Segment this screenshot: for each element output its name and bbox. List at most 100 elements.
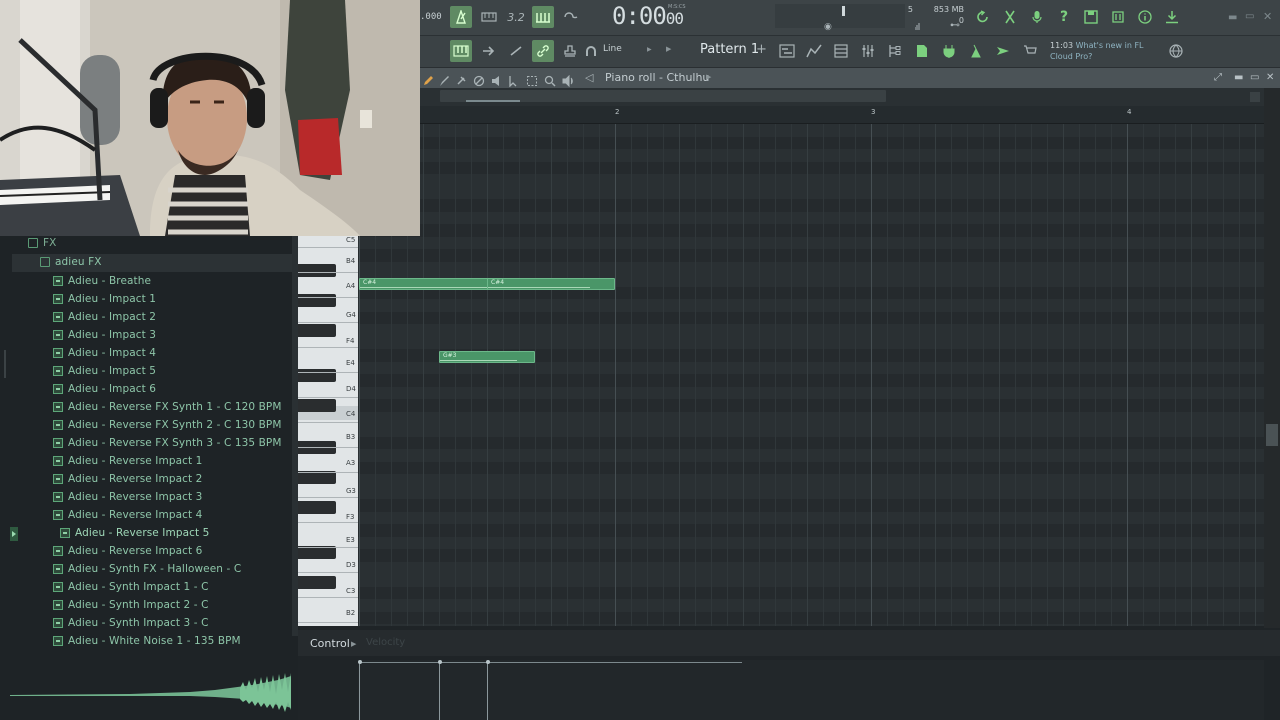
- velocity-stem[interactable]: [359, 662, 360, 720]
- channel-rack-icon[interactable]: [830, 40, 852, 62]
- minimize-main-icon[interactable]: ▬: [1228, 12, 1237, 23]
- horizontal-scroll-thumb[interactable]: [466, 100, 520, 102]
- main-volume-slider[interactable]: [842, 6, 845, 16]
- add-pattern-icon[interactable]: +: [756, 42, 767, 57]
- grid-line: [439, 124, 440, 626]
- maximize-main-icon[interactable]: ▭: [1245, 11, 1254, 22]
- news-ticker[interactable]: 11:03 What's new in FL Cloud Pro?: [1050, 40, 1160, 62]
- pattern-selector[interactable]: Pattern 1: [700, 42, 759, 57]
- pitch-knob-icon[interactable]: ◉: [824, 22, 832, 32]
- microphone-icon[interactable]: [1026, 6, 1048, 28]
- grid-line: [679, 124, 680, 626]
- grid-row: [358, 461, 1264, 474]
- close-icon[interactable]: ✕: [1266, 72, 1274, 83]
- browser-file-item[interactable]: Adieu - Impact 2: [53, 308, 345, 326]
- browser-file-item[interactable]: Adieu - White Noise 1 - 135 BPM: [53, 632, 345, 650]
- grid-line: [1127, 124, 1128, 626]
- control-arrow-icon[interactable]: ▶: [351, 640, 356, 648]
- minimize-icon[interactable]: ▬: [1234, 72, 1243, 83]
- browser-file-item[interactable]: Adieu - Reverse Impact 2: [53, 470, 345, 488]
- loop-record-icon[interactable]: [560, 6, 582, 28]
- close-main-icon[interactable]: ✕: [1263, 10, 1272, 23]
- zoom-handle[interactable]: [1250, 92, 1260, 102]
- browser-file-item[interactable]: Adieu - Breathe: [53, 272, 345, 290]
- browser-file-item[interactable]: Adieu - Impact 1: [53, 290, 345, 308]
- note[interactable]: G#3: [439, 351, 535, 363]
- preview-play-icon[interactable]: [10, 527, 18, 541]
- cut-icon[interactable]: [999, 6, 1021, 28]
- browser-file-item[interactable]: Adieu - Reverse FX Synth 2 - C 130 BPM: [53, 416, 345, 434]
- touch-controller-icon[interactable]: [965, 40, 987, 62]
- browser-file-item[interactable]: Adieu - Impact 5: [53, 362, 345, 380]
- browser-file-item[interactable]: Adieu - Impact 4: [53, 344, 345, 362]
- velocity-handle[interactable]: [437, 660, 442, 664]
- browser-file-item[interactable]: Adieu - Reverse Impact 5: [60, 524, 352, 542]
- undo-icon[interactable]: [972, 6, 994, 28]
- browser-file-item[interactable]: Adieu - Reverse FX Synth 3 - C 135 BPM: [53, 434, 345, 452]
- browser-file-item[interactable]: Adieu - Impact 3: [53, 326, 345, 344]
- maximize-icon[interactable]: ▭: [1250, 72, 1259, 83]
- vertical-scroll-track[interactable]: [1264, 88, 1280, 628]
- note[interactable]: C#4: [487, 278, 615, 290]
- vertical-scroll-thumb[interactable]: [1266, 424, 1278, 446]
- velocity-stem[interactable]: [487, 662, 488, 720]
- pattern-prev-icon[interactable]: ▶: [666, 45, 671, 53]
- typing-keyboard-icon[interactable]: [450, 40, 472, 62]
- slide-icon[interactable]: [505, 40, 527, 62]
- countdown-icon[interactable]: 3.2: [505, 6, 527, 28]
- metronome-icon[interactable]: [450, 6, 472, 28]
- note-grid[interactable]: C#4 G#3 C#4: [358, 124, 1264, 626]
- mixer-icon[interactable]: [857, 40, 879, 62]
- wait-for-input-icon[interactable]: [478, 6, 500, 28]
- grid-line: [1175, 124, 1176, 626]
- step-edit-icon[interactable]: [532, 6, 554, 28]
- detach-icon[interactable]: ⤢: [1214, 72, 1222, 83]
- browser-tree-icon[interactable]: [884, 40, 906, 62]
- piano-roll-menu-icon[interactable]: ◁: [585, 71, 593, 84]
- grid-row: [358, 324, 1264, 337]
- link-icon[interactable]: [532, 40, 554, 62]
- browser-file-item[interactable]: Adieu - Synth Impact 3 - C: [53, 614, 345, 632]
- browser-file-item[interactable]: Adieu - Reverse Impact 3: [53, 488, 345, 506]
- browser-folder[interactable]: adieu FX: [40, 253, 332, 271]
- browser-file-label: Adieu - Reverse Impact 6: [68, 545, 203, 557]
- browser-file-item[interactable]: Adieu - Reverse Impact 1: [53, 452, 345, 470]
- velocity-stem[interactable]: [439, 662, 440, 720]
- info-icon[interactable]: [1134, 6, 1156, 28]
- grid-line: [583, 124, 584, 626]
- browser-folder-root[interactable]: FX: [28, 234, 320, 252]
- piano-roll-icon[interactable]: [803, 40, 825, 62]
- render-icon[interactable]: [1107, 6, 1129, 28]
- help-icon[interactable]: ?: [1053, 6, 1075, 28]
- audio-file-icon: [60, 528, 70, 538]
- velocity-handle[interactable]: [485, 660, 490, 664]
- browser-file-item[interactable]: Adieu - Synth Impact 1 - C: [53, 578, 345, 596]
- stamp-icon[interactable]: [559, 40, 581, 62]
- save-icon[interactable]: [1080, 6, 1102, 28]
- browser-file-item[interactable]: Adieu - Synth Impact 2 - C: [53, 596, 345, 614]
- browser-file-item[interactable]: Adieu - Impact 6: [53, 380, 345, 398]
- velocity-handle[interactable]: [357, 660, 362, 664]
- browser-file-item[interactable]: Adieu - Reverse Impact 4: [53, 506, 345, 524]
- magnet-icon[interactable]: [584, 42, 598, 60]
- tempo-display[interactable]: .000: [420, 12, 442, 22]
- browser-file-item[interactable]: Adieu - Reverse Impact 6: [53, 542, 345, 560]
- browser-file-item[interactable]: Adieu - Reverse FX Synth 1 - C 120 BPM: [53, 398, 345, 416]
- playlist-icon[interactable]: [776, 40, 798, 62]
- plugin-icon[interactable]: [938, 40, 960, 62]
- arrow-right-icon[interactable]: [478, 40, 500, 62]
- snap-dropdown-icon[interactable]: ▶: [647, 46, 652, 53]
- download-icon[interactable]: [1161, 6, 1183, 28]
- browser-file-item[interactable]: Adieu - Synth FX - Halloween - C: [53, 560, 345, 578]
- browser-side-handle[interactable]: [4, 350, 6, 378]
- snap-select[interactable]: Line: [603, 44, 622, 54]
- velocity-lane[interactable]: [358, 660, 1264, 720]
- send-icon[interactable]: [992, 40, 1014, 62]
- shop-cart-icon[interactable]: [1019, 40, 1041, 62]
- globe-icon[interactable]: [1165, 40, 1187, 62]
- project-browser-icon[interactable]: [911, 40, 933, 62]
- audio-file-icon: [53, 420, 63, 430]
- playlist-preview: [775, 4, 905, 28]
- key-label: C4: [346, 410, 356, 418]
- control-target[interactable]: Velocity: [366, 637, 405, 648]
